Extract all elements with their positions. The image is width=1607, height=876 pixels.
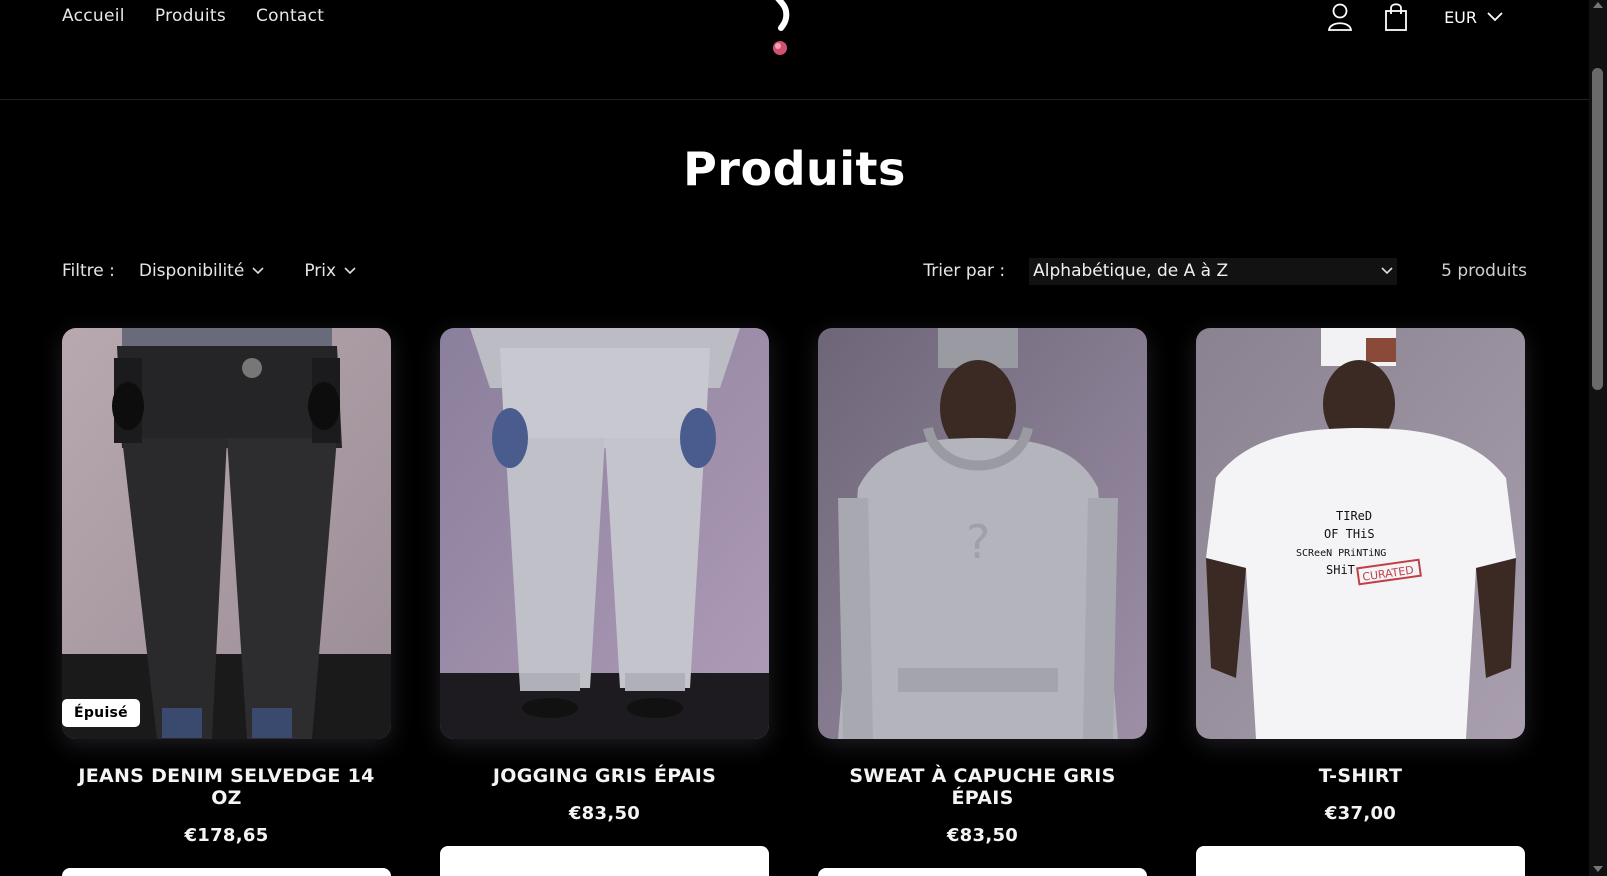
price-filter[interactable]: Prix — [304, 261, 356, 281]
print-line: OF THiS — [1324, 527, 1375, 541]
chevron-down-icon — [1381, 267, 1393, 275]
currency-label: EUR — [1444, 7, 1477, 27]
product-image-hoodie[interactable]: ? — [818, 328, 1147, 739]
product-card: ? SWEAT À CAPUCHE GRIS ÉPAIS €83,50 — [818, 328, 1147, 876]
product-card: JOGGING GRIS ÉPAIS €83,50 — [440, 328, 769, 876]
product-image-tshirt[interactable]: TIReD OF THiS SCReeN PRiNTiNG SHiT CURAT… — [1196, 328, 1525, 739]
brand-logo[interactable] — [770, 0, 806, 62]
product-image-jogging[interactable] — [440, 328, 769, 739]
print-line: SCReeN PRiNTiNG — [1296, 548, 1386, 559]
add-to-cart-button[interactable] — [818, 868, 1147, 876]
scroll-thumb[interactable] — [1592, 68, 1603, 390]
sort-label: Trier par : — [923, 261, 1006, 281]
product-card: TIReD OF THiS SCReeN PRiNTiNG SHiT CURAT… — [1196, 328, 1525, 876]
product-title[interactable]: SWEAT À CAPUCHE GRIS ÉPAIS — [818, 765, 1147, 809]
main-nav: Accueil Produits Contact — [62, 6, 324, 26]
site-header: Accueil Produits Contact EUR — [0, 0, 1589, 100]
print-line: SHiT — [1326, 563, 1355, 577]
nav-produits[interactable]: Produits — [155, 6, 226, 26]
scrollbar[interactable] — [1589, 0, 1607, 876]
scroll-down-arrow-icon[interactable] — [1593, 866, 1603, 872]
sort-area: Trier par : Alphabétique, de A à Z 5 pro… — [923, 257, 1527, 285]
product-price: €83,50 — [946, 825, 1019, 846]
scroll-up-arrow-icon[interactable] — [1593, 2, 1603, 8]
product-title[interactable]: JOGGING GRIS ÉPAIS — [440, 765, 769, 787]
chevron-down-icon — [1487, 12, 1503, 22]
filter-bar: Filtre : Disponibilité Prix Trier par : … — [62, 256, 1527, 286]
product-card: Épuisé JEANS DENIM SELVEDGE 14 OZ €178,6… — [62, 328, 391, 876]
availability-label: Disponibilité — [138, 261, 245, 281]
product-grid: Épuisé JEANS DENIM SELVEDGE 14 OZ €178,6… — [62, 328, 1525, 876]
product-price: €37,00 — [1324, 803, 1397, 824]
nav-accueil[interactable]: Accueil — [62, 6, 125, 26]
page-title: Produits — [683, 142, 906, 196]
product-price: €178,65 — [184, 825, 269, 846]
currency-selector[interactable]: EUR — [1444, 8, 1503, 27]
product-price: €83,50 — [568, 803, 641, 824]
print-line: TIReD — [1336, 509, 1372, 523]
product-image-jeans[interactable]: Épuisé — [62, 328, 391, 739]
filter-label: Filtre : — [62, 261, 115, 281]
svg-text:?: ? — [966, 515, 990, 569]
sold-out-badge: Épuisé — [62, 699, 140, 727]
sort-value: Alphabétique, de A à Z — [1033, 261, 1229, 281]
shopping-bag-icon[interactable] — [1382, 2, 1410, 32]
nav-contact[interactable]: Contact — [256, 6, 324, 26]
chevron-down-icon — [252, 267, 264, 275]
add-to-cart-button[interactable] — [440, 846, 769, 876]
price-filter-label: Prix — [304, 261, 337, 281]
add-to-cart-button[interactable] — [62, 868, 391, 876]
header-actions: EUR — [1326, 2, 1503, 32]
chevron-down-icon — [344, 267, 356, 275]
add-to-cart-button[interactable] — [1196, 846, 1525, 876]
user-icon[interactable] — [1326, 2, 1354, 32]
sort-select[interactable]: Alphabétique, de A à Z — [1029, 257, 1398, 285]
product-title[interactable]: JEANS DENIM SELVEDGE 14 OZ — [62, 765, 391, 809]
availability-filter[interactable]: Disponibilité — [139, 261, 264, 281]
product-title[interactable]: T-SHIRT — [1196, 765, 1525, 787]
product-count: 5 produits — [1441, 261, 1527, 281]
